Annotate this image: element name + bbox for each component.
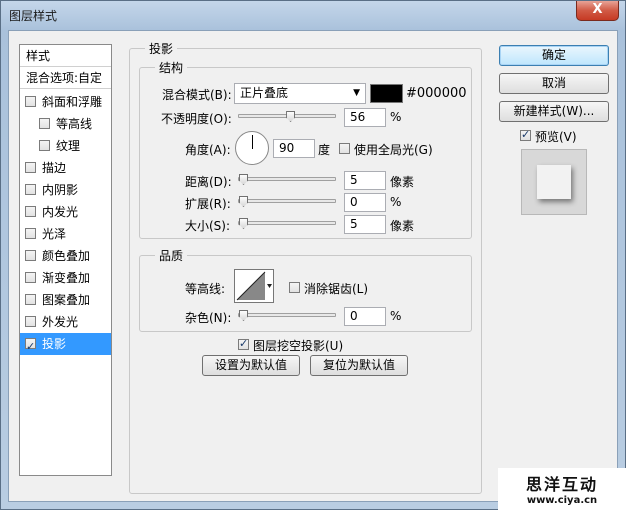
satin-checkbox[interactable] <box>25 228 36 239</box>
preview-label: 预览(V) <box>535 130 577 144</box>
structure-title: 结构 <box>155 59 188 76</box>
close-button[interactable]: X <box>576 1 619 21</box>
quality-title: 品质 <box>155 247 188 264</box>
inner-shadow-checkbox[interactable] <box>25 184 36 195</box>
knockout-checkbox[interactable] <box>238 337 249 350</box>
watermark-url: www.ciya.cn <box>526 495 598 506</box>
style-item-label: 等高线 <box>56 117 93 131</box>
dialog-client: 样式 混合选项:自定 斜面和浮雕 等高线 纹理 描边 内阴影 内发光 光泽 颜色… <box>8 30 618 502</box>
style-item-gradient-overlay[interactable]: 渐变叠加 <box>20 267 111 289</box>
stroke-checkbox[interactable] <box>25 162 36 173</box>
style-list: 样式 混合选项:自定 斜面和浮雕 等高线 纹理 描边 内阴影 内发光 光泽 颜色… <box>19 44 112 476</box>
preview-swatch <box>537 165 571 199</box>
style-item-label: 图案叠加 <box>42 293 91 307</box>
angle-label: 角度(A): <box>185 143 231 157</box>
style-item-satin[interactable]: 光泽 <box>20 223 111 245</box>
contour-label: 等高线: <box>185 282 226 296</box>
style-item-label: 颜色叠加 <box>42 249 91 263</box>
global-light-label: 使用全局光(G) <box>354 143 433 157</box>
make-default-button[interactable]: 设置为默认值 <box>202 355 300 376</box>
shadow-color-hex: #000000 <box>406 86 467 101</box>
noise-input[interactable]: 0 <box>344 307 386 326</box>
contour-checkbox[interactable] <box>39 118 50 129</box>
size-slider[interactable] <box>238 221 336 225</box>
size-unit: 像素 <box>390 219 415 233</box>
style-item-inner-shadow[interactable]: 内阴影 <box>20 179 111 201</box>
contour-picker[interactable] <box>234 269 274 303</box>
pattern-overlay-checkbox[interactable] <box>25 294 36 305</box>
style-item-label: 投影 <box>42 337 67 351</box>
noise-unit: % <box>390 309 402 323</box>
watermark-logo: 思洋互动 www.ciya.cn <box>498 468 626 510</box>
knockout-label: 图层挖空投影(U) <box>253 339 344 353</box>
style-item-label: 外发光 <box>42 315 79 329</box>
shadow-color-swatch[interactable] <box>370 84 403 103</box>
style-item-drop-shadow[interactable]: 投影 <box>20 333 111 358</box>
distance-input[interactable]: 5 <box>344 171 386 190</box>
spread-input[interactable]: 0 <box>344 193 386 212</box>
style-item-texture[interactable]: 纹理 <box>20 135 111 157</box>
antialias-label: 消除锯齿(L) <box>304 282 369 296</box>
drop-shadow-checkbox[interactable] <box>25 336 36 358</box>
preview-checkbox[interactable] <box>520 128 531 141</box>
outer-glow-checkbox[interactable] <box>25 316 36 327</box>
style-item-bevel-emboss[interactable]: 斜面和浮雕 <box>20 91 111 113</box>
opacity-label: 不透明度(O): <box>161 112 232 126</box>
inner-glow-checkbox[interactable] <box>25 206 36 217</box>
window-title: 图层样式 <box>9 9 58 23</box>
bevel-emboss-checkbox[interactable] <box>25 96 36 107</box>
size-input[interactable]: 5 <box>344 215 386 234</box>
style-item-label: 渐变叠加 <box>42 271 91 285</box>
angle-dial[interactable] <box>235 131 269 165</box>
noise-label: 杂色(N): <box>185 311 232 325</box>
style-item-outer-glow[interactable]: 外发光 <box>20 311 111 333</box>
angle-unit: 度 <box>318 143 331 157</box>
title-bar[interactable]: 图层样式 X <box>1 1 625 29</box>
cancel-button[interactable]: 取消 <box>499 73 609 94</box>
blending-options-item[interactable]: 混合选项:自定 <box>20 67 111 89</box>
style-item-inner-glow[interactable]: 内发光 <box>20 201 111 223</box>
spread-slider[interactable] <box>238 199 336 203</box>
size-label: 大小(S): <box>185 219 231 233</box>
style-item-stroke[interactable]: 描边 <box>20 157 111 179</box>
distance-label: 距离(D): <box>185 175 232 189</box>
drop-shadow-title: 投影 <box>145 40 178 57</box>
noise-slider[interactable] <box>238 313 336 317</box>
layer-style-dialog: 图层样式 X 样式 混合选项:自定 斜面和浮雕 等高线 纹理 描边 内阴影 内发… <box>0 0 626 510</box>
ok-button[interactable]: 确定 <box>499 45 609 66</box>
style-item-pattern-overlay[interactable]: 图案叠加 <box>20 289 111 311</box>
chevron-down-icon: ▼ <box>353 88 360 98</box>
style-item-label: 斜面和浮雕 <box>42 95 103 109</box>
style-item-label: 纹理 <box>56 139 81 153</box>
style-item-label: 内发光 <box>42 205 79 219</box>
global-light-checkbox[interactable] <box>339 143 350 154</box>
contour-curve-icon <box>236 271 272 301</box>
style-item-label: 内阴影 <box>42 183 79 197</box>
color-overlay-checkbox[interactable] <box>25 250 36 261</box>
style-item-label: 光泽 <box>42 227 67 241</box>
blend-mode-label: 混合模式(B): <box>162 88 232 102</box>
angle-input[interactable]: 90 <box>273 139 315 158</box>
reset-default-button[interactable]: 复位为默认值 <box>310 355 408 376</box>
style-item-contour[interactable]: 等高线 <box>20 113 111 135</box>
spread-label: 扩展(R): <box>185 197 231 211</box>
distance-unit: 像素 <box>390 175 415 189</box>
blend-mode-value: 正片叠底 <box>240 86 289 100</box>
distance-slider[interactable] <box>238 177 336 181</box>
style-list-header[interactable]: 样式 <box>20 45 111 67</box>
watermark-title: 思洋互动 <box>525 475 598 494</box>
style-preview <box>521 149 587 215</box>
opacity-unit: % <box>390 110 402 124</box>
blend-mode-select[interactable]: 正片叠底 ▼ <box>234 83 366 104</box>
style-item-label: 描边 <box>42 161 67 175</box>
opacity-input[interactable]: 56 <box>344 108 386 127</box>
gradient-overlay-checkbox[interactable] <box>25 272 36 283</box>
antialias-checkbox[interactable] <box>289 282 300 293</box>
texture-checkbox[interactable] <box>39 140 50 151</box>
style-item-color-overlay[interactable]: 颜色叠加 <box>20 245 111 267</box>
angle-needle <box>252 135 253 149</box>
spread-unit: % <box>390 195 402 209</box>
new-style-button[interactable]: 新建样式(W)... <box>499 101 609 122</box>
